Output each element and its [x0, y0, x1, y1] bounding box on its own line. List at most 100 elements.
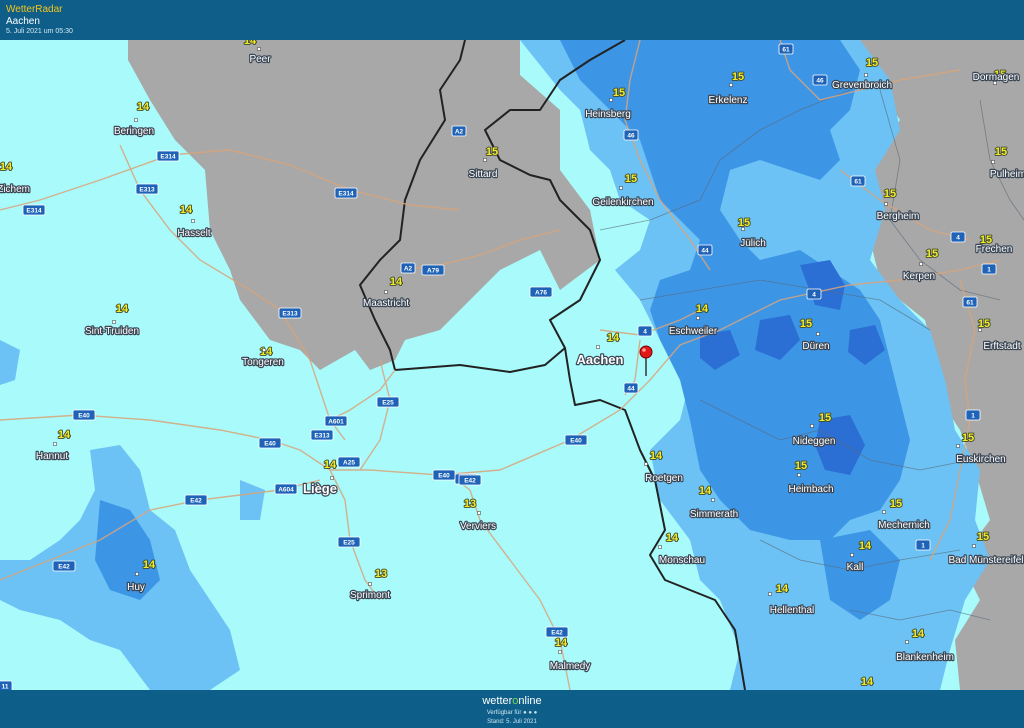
road-shield: E40: [432, 469, 456, 481]
place-item[interactable]: 14: [860, 675, 875, 689]
road-shield: E313: [135, 183, 159, 195]
road-shield-label: E313: [282, 310, 298, 317]
place-dot: [696, 316, 700, 320]
platform-dots-icon: ● ● ●: [523, 710, 538, 716]
road-shield: 44: [623, 382, 639, 394]
place-dot: [558, 650, 562, 654]
place-dot: [741, 227, 745, 231]
place-name: Grevenbroich: [832, 80, 892, 91]
place-name: Pulheim: [990, 169, 1024, 180]
place-temperature: 14: [137, 101, 150, 113]
place-dot: [884, 202, 888, 206]
place-temperature: 15: [884, 188, 896, 200]
place-dot: [658, 545, 662, 549]
road-shield-label: A2: [404, 265, 413, 272]
place-dot: [882, 510, 886, 514]
place-temperature: 14: [696, 303, 709, 315]
location-title: Aachen: [6, 16, 40, 27]
radar-map[interactable]: E314 E313 E314 E314 A2 A2 A79 E313 A76 E40 E40 A601…: [0, 40, 1024, 690]
place-temperature: 14: [244, 40, 257, 47]
wetteronline-logo[interactable]: wetteronline: [0, 695, 1024, 707]
road-shield: 46: [623, 129, 639, 141]
place-temperature: 14: [116, 303, 129, 315]
stand-text: Stand: 5. Juli 2021: [487, 719, 537, 725]
place-name: Simmerath: [690, 509, 738, 520]
place-name: Hasselt: [177, 228, 211, 239]
road-shield-label: 4: [643, 328, 647, 335]
place-temperature: 14: [58, 429, 71, 441]
place-temperature: 14: [607, 332, 620, 344]
place-name: Erkelenz: [709, 95, 748, 106]
road-shield: A604: [274, 483, 298, 495]
place-name: Liège: [303, 481, 337, 496]
road-shield: E40: [564, 434, 588, 446]
road-shield-label: E314: [160, 153, 176, 160]
place-temperature: 14: [180, 204, 193, 216]
place-dot: [797, 473, 801, 477]
road-shield-label: 46: [816, 77, 824, 84]
place-item[interactable]: 15Dormagen: [971, 68, 1021, 85]
road-shield-label: E40: [570, 437, 582, 444]
road-shield-label: 46: [627, 132, 635, 139]
place-dot: [135, 572, 139, 576]
place-dot: [816, 332, 820, 336]
road-shield: 61: [962, 296, 978, 308]
place-temperature: 14: [390, 276, 403, 288]
place-temperature: 14: [0, 161, 13, 173]
road-shield: E314: [22, 204, 46, 216]
place-dot: [609, 98, 613, 102]
place-dot: [619, 186, 623, 190]
place-temperature: 15: [613, 87, 625, 99]
place-name: Sint-Truiden: [85, 326, 139, 337]
place-temperature: 15: [486, 146, 498, 158]
radar-map-svg[interactable]: E314 E313 E314 E314 A2 A2 A79 E313 A76 E40 E40 A601…: [0, 40, 1024, 690]
road-shield-label: A79: [427, 267, 439, 274]
place-dot: [53, 442, 57, 446]
availability-text: Verfügbar für: [486, 710, 522, 716]
road-shield: E313: [310, 429, 334, 441]
road-shield-label: 61: [782, 46, 790, 53]
road-shield: A2: [451, 125, 467, 137]
place-name: Bad Münstereifel: [948, 555, 1023, 566]
timestamp: 5. Juli 2021 um 05:30: [6, 28, 73, 35]
place-dot: [919, 262, 923, 266]
place-temperature: 14: [650, 450, 663, 462]
place-temperature: 15: [977, 531, 989, 543]
road-shield-label: E313: [139, 186, 155, 193]
place-name: Bergheim: [877, 211, 920, 222]
place-temperature: 14: [912, 628, 925, 640]
road-shield-label: E313: [314, 432, 330, 439]
place-dot: [991, 160, 995, 164]
place-name: Kall: [847, 562, 864, 573]
place-name: Blankenheim: [896, 652, 954, 663]
road-shield-label: A25: [343, 459, 355, 466]
place-dot: [729, 83, 733, 87]
place-dot: [768, 592, 772, 596]
road-shield: E42: [545, 626, 569, 638]
place-name: Kerpen: [903, 271, 935, 282]
road-shield-label: E314: [26, 207, 42, 214]
place-temperature: 14: [776, 583, 789, 595]
place-dot: [191, 219, 195, 223]
road-shield: A25: [337, 456, 361, 468]
place-name: Huy: [127, 582, 145, 593]
brand-title[interactable]: WetterRadar: [6, 4, 63, 15]
road-shield: 4: [950, 231, 966, 243]
place-temperature: 15: [732, 71, 744, 83]
road-shield: E25: [337, 536, 361, 548]
place-name: Jülich: [740, 238, 766, 249]
place-name: Hellenthal: [770, 605, 814, 616]
road-shield: E25: [376, 396, 400, 408]
place-temperature: 15: [795, 460, 807, 472]
road-shield-label: E42: [190, 497, 202, 504]
place-dot: [850, 553, 854, 557]
place-temperature: 13: [464, 498, 476, 510]
place-temperature: 15: [738, 217, 750, 229]
road-shield-label: 11: [2, 683, 9, 690]
road-shield: A601: [324, 415, 348, 427]
road-shield-label: A601: [328, 418, 344, 425]
road-shield: 61: [778, 43, 794, 55]
place-dot: [262, 348, 266, 352]
place-temperature: 14: [143, 559, 156, 571]
place-dot: [711, 498, 715, 502]
